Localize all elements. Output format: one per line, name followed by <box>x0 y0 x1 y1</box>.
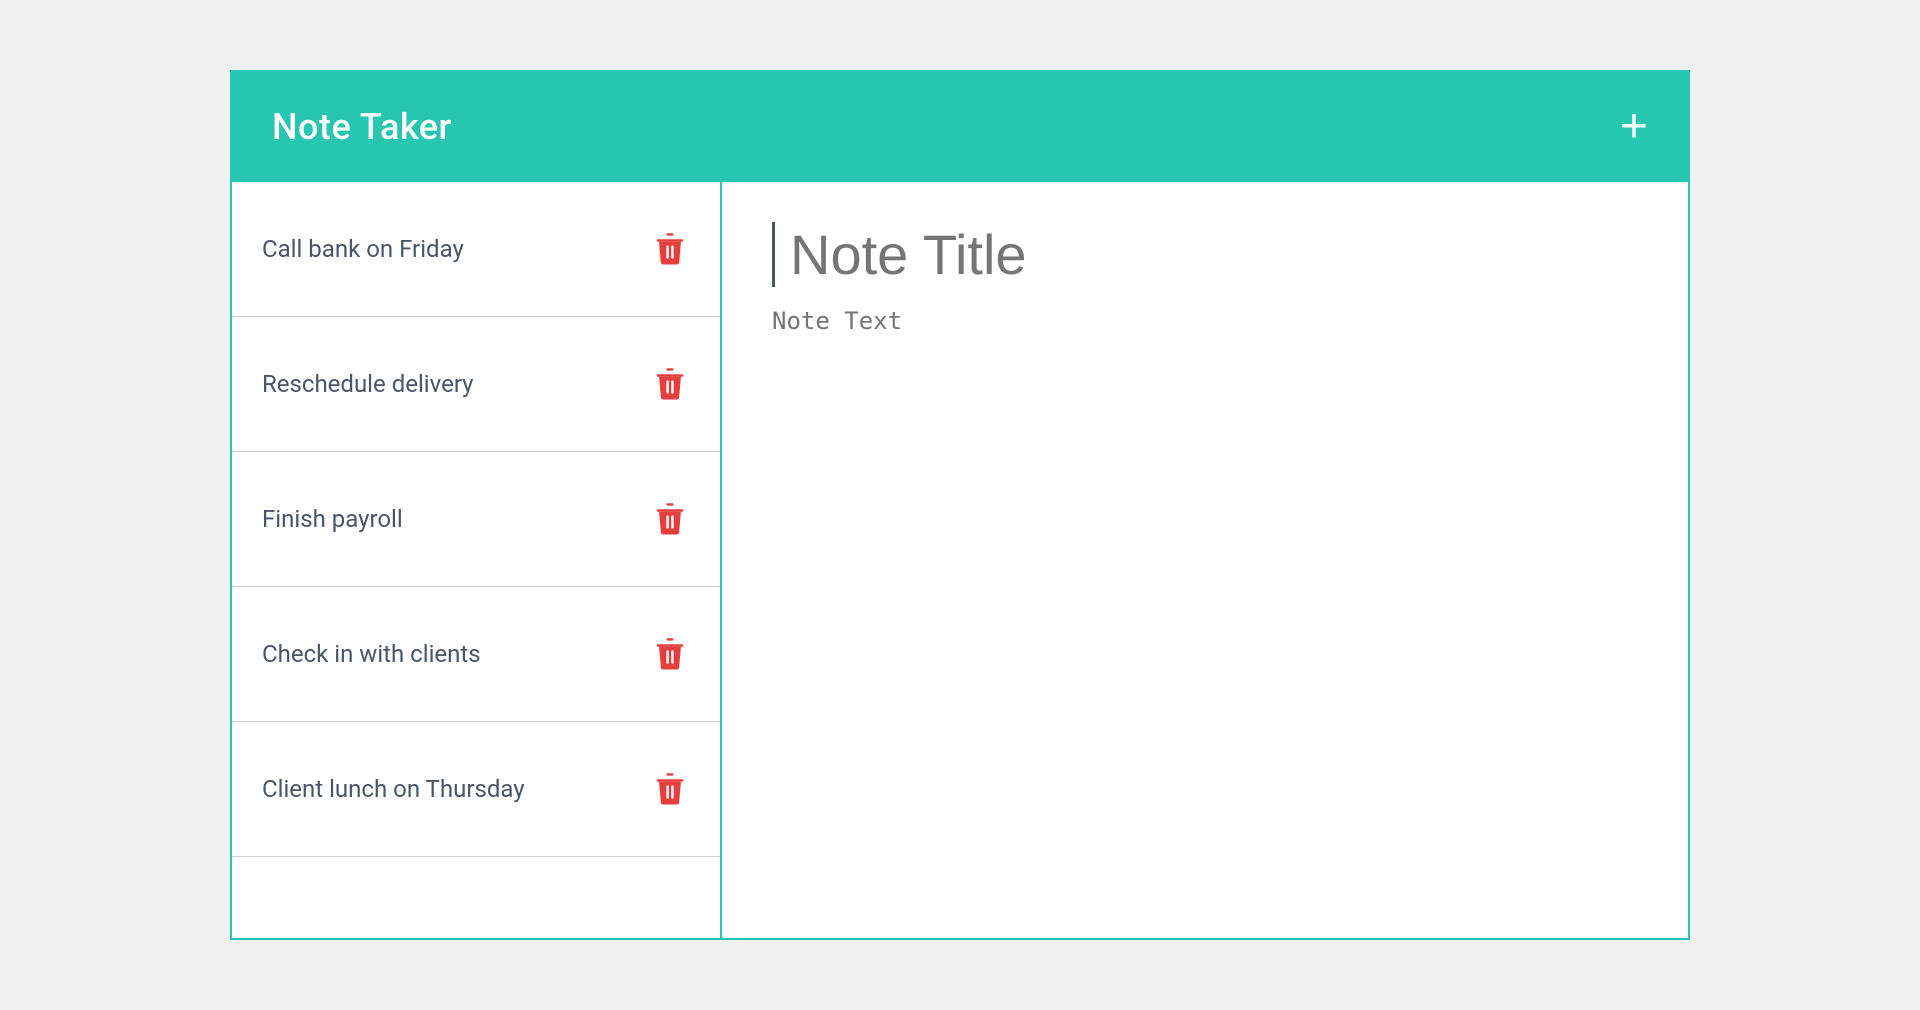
note-text-input[interactable] <box>772 307 1638 898</box>
list-item[interactable]: Call bank on Friday <box>232 182 720 317</box>
app-title: Note Taker <box>272 106 452 148</box>
trash-icon <box>655 772 685 806</box>
list-item[interactable]: Client lunch on Thursday <box>232 722 720 857</box>
delete-note-button[interactable] <box>650 497 690 541</box>
delete-note-button[interactable] <box>650 362 690 406</box>
app-body: Call bank on Friday Reschedule delivery <box>232 182 1688 938</box>
list-item[interactable]: Finish payroll <box>232 452 720 587</box>
note-item-label: Call bank on Friday <box>262 235 464 263</box>
list-item[interactable]: Check in with clients <box>232 587 720 722</box>
delete-note-button[interactable] <box>650 632 690 676</box>
note-title-input[interactable] <box>772 222 1638 287</box>
app-container: Note Taker + Call bank on Friday <box>230 70 1690 940</box>
note-editor <box>722 182 1688 938</box>
empty-list-row <box>232 857 720 938</box>
trash-icon <box>655 637 685 671</box>
app-header: Note Taker + <box>232 72 1688 182</box>
list-item[interactable]: Reschedule delivery <box>232 317 720 452</box>
note-item-label: Check in with clients <box>262 640 481 668</box>
trash-icon <box>655 367 685 401</box>
delete-note-button[interactable] <box>650 767 690 811</box>
note-item-label: Reschedule delivery <box>262 370 474 398</box>
add-note-button[interactable]: + <box>1620 103 1648 151</box>
trash-icon <box>655 232 685 266</box>
trash-icon <box>655 502 685 536</box>
note-item-label: Client lunch on Thursday <box>262 775 525 803</box>
note-item-label: Finish payroll <box>262 505 403 533</box>
notes-list: Call bank on Friday Reschedule delivery <box>232 182 722 938</box>
delete-note-button[interactable] <box>650 227 690 271</box>
